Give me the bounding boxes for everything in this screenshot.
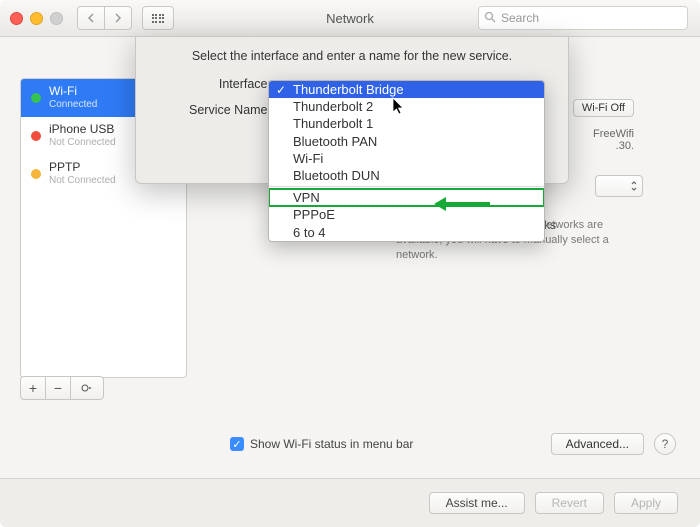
forward-button[interactable] — [105, 6, 132, 30]
search-icon — [484, 11, 496, 23]
interface-label: Interface: — [136, 77, 277, 91]
minimize-window-icon[interactable] — [30, 12, 43, 25]
wifi-off-button[interactable]: Wi-Fi Off — [573, 99, 634, 117]
show-status-row: ✓ Show Wi-Fi status in menu bar — [230, 437, 413, 451]
option-thunderbolt-1[interactable]: Thunderbolt 1 — [269, 115, 544, 132]
footer: Assist me... Revert Apply — [0, 478, 700, 527]
advanced-button[interactable]: Advanced... — [551, 433, 644, 455]
zoom-window-icon[interactable] — [50, 12, 63, 25]
list-edit-buttons: + − — [20, 376, 104, 400]
window-controls — [10, 12, 63, 25]
network-window: Network Search Wi-FiConnected iPhone USB… — [0, 0, 700, 527]
option-6to4[interactable]: 6 to 4 — [269, 224, 544, 241]
option-bluetooth-dun[interactable]: Bluetooth DUN — [269, 167, 544, 184]
interface-dropdown[interactable]: Thunderbolt Bridge Thunderbolt 2 Thunder… — [268, 80, 545, 242]
all-prefs-button[interactable] — [142, 6, 174, 30]
dropdown-separator — [269, 186, 544, 187]
add-service-button[interactable]: + — [20, 376, 46, 400]
service-status: Not Connected — [49, 175, 148, 187]
option-thunderbolt-bridge[interactable]: Thunderbolt Bridge — [269, 81, 544, 98]
status-dot-icon — [31, 131, 41, 141]
show-status-label: Show Wi-Fi status in menu bar — [250, 437, 413, 451]
service-name: PPTP — [49, 161, 148, 175]
remove-service-button[interactable]: − — [46, 376, 71, 400]
status-dot-icon — [31, 169, 41, 179]
help-button[interactable]: ? — [654, 433, 676, 455]
apply-button[interactable]: Apply — [614, 492, 678, 514]
option-bluetooth-pan[interactable]: Bluetooth PAN — [269, 133, 544, 150]
service-name-label: Service Name: — [136, 103, 277, 117]
wifi-info-text: FreeWifi.30. — [564, 128, 634, 152]
status-dot-icon — [31, 93, 41, 103]
option-pppoe[interactable]: PPPoE — [269, 206, 544, 223]
search-placeholder: Search — [501, 11, 539, 25]
option-wifi[interactable]: Wi-Fi — [269, 150, 544, 167]
close-window-icon[interactable] — [10, 12, 23, 25]
option-thunderbolt-2[interactable]: Thunderbolt 2 — [269, 98, 544, 115]
assist-button[interactable]: Assist me... — [429, 492, 525, 514]
option-vpn[interactable]: VPN — [269, 189, 544, 206]
sheet-prompt: Select the interface and enter a name fo… — [136, 49, 568, 63]
titlebar: Network Search — [0, 0, 700, 37]
network-selector[interactable] — [595, 175, 643, 197]
search-input[interactable]: Search — [478, 6, 688, 30]
revert-button[interactable]: Revert — [535, 492, 604, 514]
service-actions-button[interactable] — [71, 376, 104, 400]
back-button[interactable] — [77, 6, 105, 30]
show-status-checkbox[interactable]: ✓ — [230, 437, 244, 451]
nav-buttons — [77, 6, 132, 30]
